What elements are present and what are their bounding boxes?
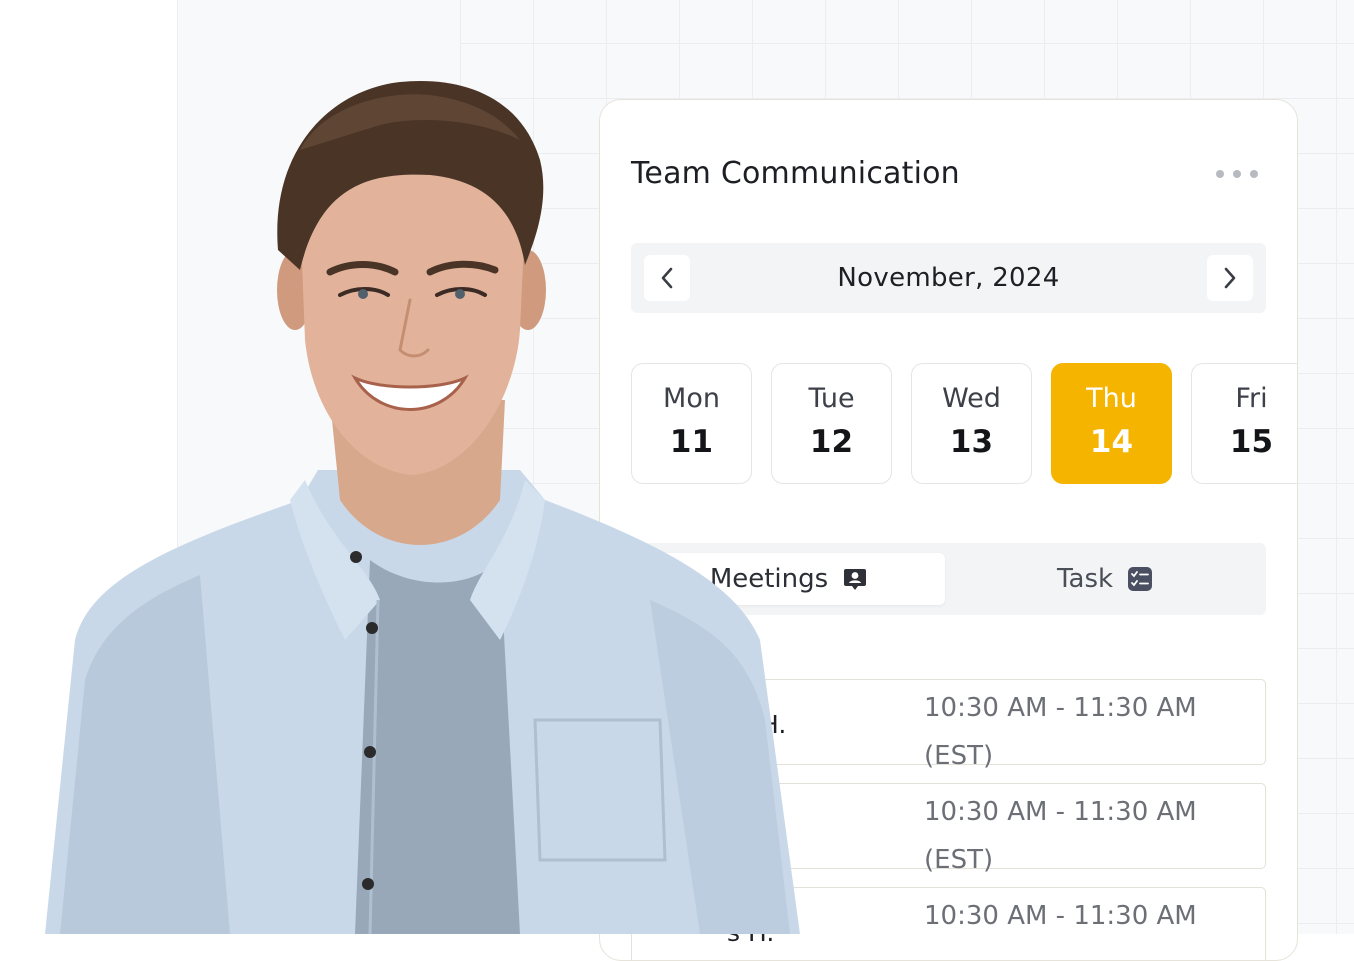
checklist-icon [1128,567,1153,591]
day-name: Wed [942,383,1001,414]
day-name: Mon [663,383,720,414]
day-mon[interactable]: Mon 11 [631,363,752,484]
day-name: Fri [1235,383,1268,414]
next-month-button[interactable] [1207,255,1253,301]
attendee-name: K. [727,814,752,843]
attendee-name: ry H. [727,710,787,739]
meeting-time: 10:30 AM - 11:30 AM (EST) [924,693,1197,771]
person-pin-icon [844,569,867,590]
meeting-row[interactable]: ry H. 10:30 AM - 11:30 AM (EST) [631,679,1266,771]
day-date: 13 [949,424,994,460]
day-name: Tue [808,383,855,414]
day-wed[interactable]: Wed 13 [911,363,1032,484]
card-title: Team Communication [631,156,960,191]
meeting-row[interactable]: K. 10:30 AM - 11:30 AM (EST) [631,783,1266,875]
day-fri[interactable]: Fri 15 [1191,363,1297,484]
attendee-name: s H. [727,918,775,947]
day-date: 15 [1229,424,1274,460]
tab-task-label: Task [1056,564,1114,594]
chevron-right-icon [1224,267,1236,289]
meeting-row[interactable]: s H. 10:30 AM - 11:30 AM [631,887,1266,960]
tab-task[interactable]: Task [949,553,1261,605]
meeting-time: 10:30 AM - 11:30 AM (EST) [924,797,1197,875]
day-date: 12 [809,424,854,460]
month-label: November, 2024 [837,263,1060,293]
team-communication-card: Team Communication November, 2024 Mon 11… [599,99,1298,961]
day-date: 14 [1089,424,1134,460]
day-thu-selected[interactable]: Thu 14 [1051,363,1172,484]
more-dots-icon[interactable] [1216,170,1258,178]
tab-meetings-label: Meetings [709,564,829,594]
tab-meetings[interactable]: Meetings [633,553,945,605]
meeting-time: 10:30 AM - 11:30 AM [924,901,1197,931]
day-date: 11 [669,424,714,460]
view-tabs: Meetings Task [631,543,1266,615]
month-navigator: November, 2024 [631,243,1266,313]
day-name: Thu [1086,383,1137,414]
day-tue[interactable]: Tue 12 [771,363,892,484]
